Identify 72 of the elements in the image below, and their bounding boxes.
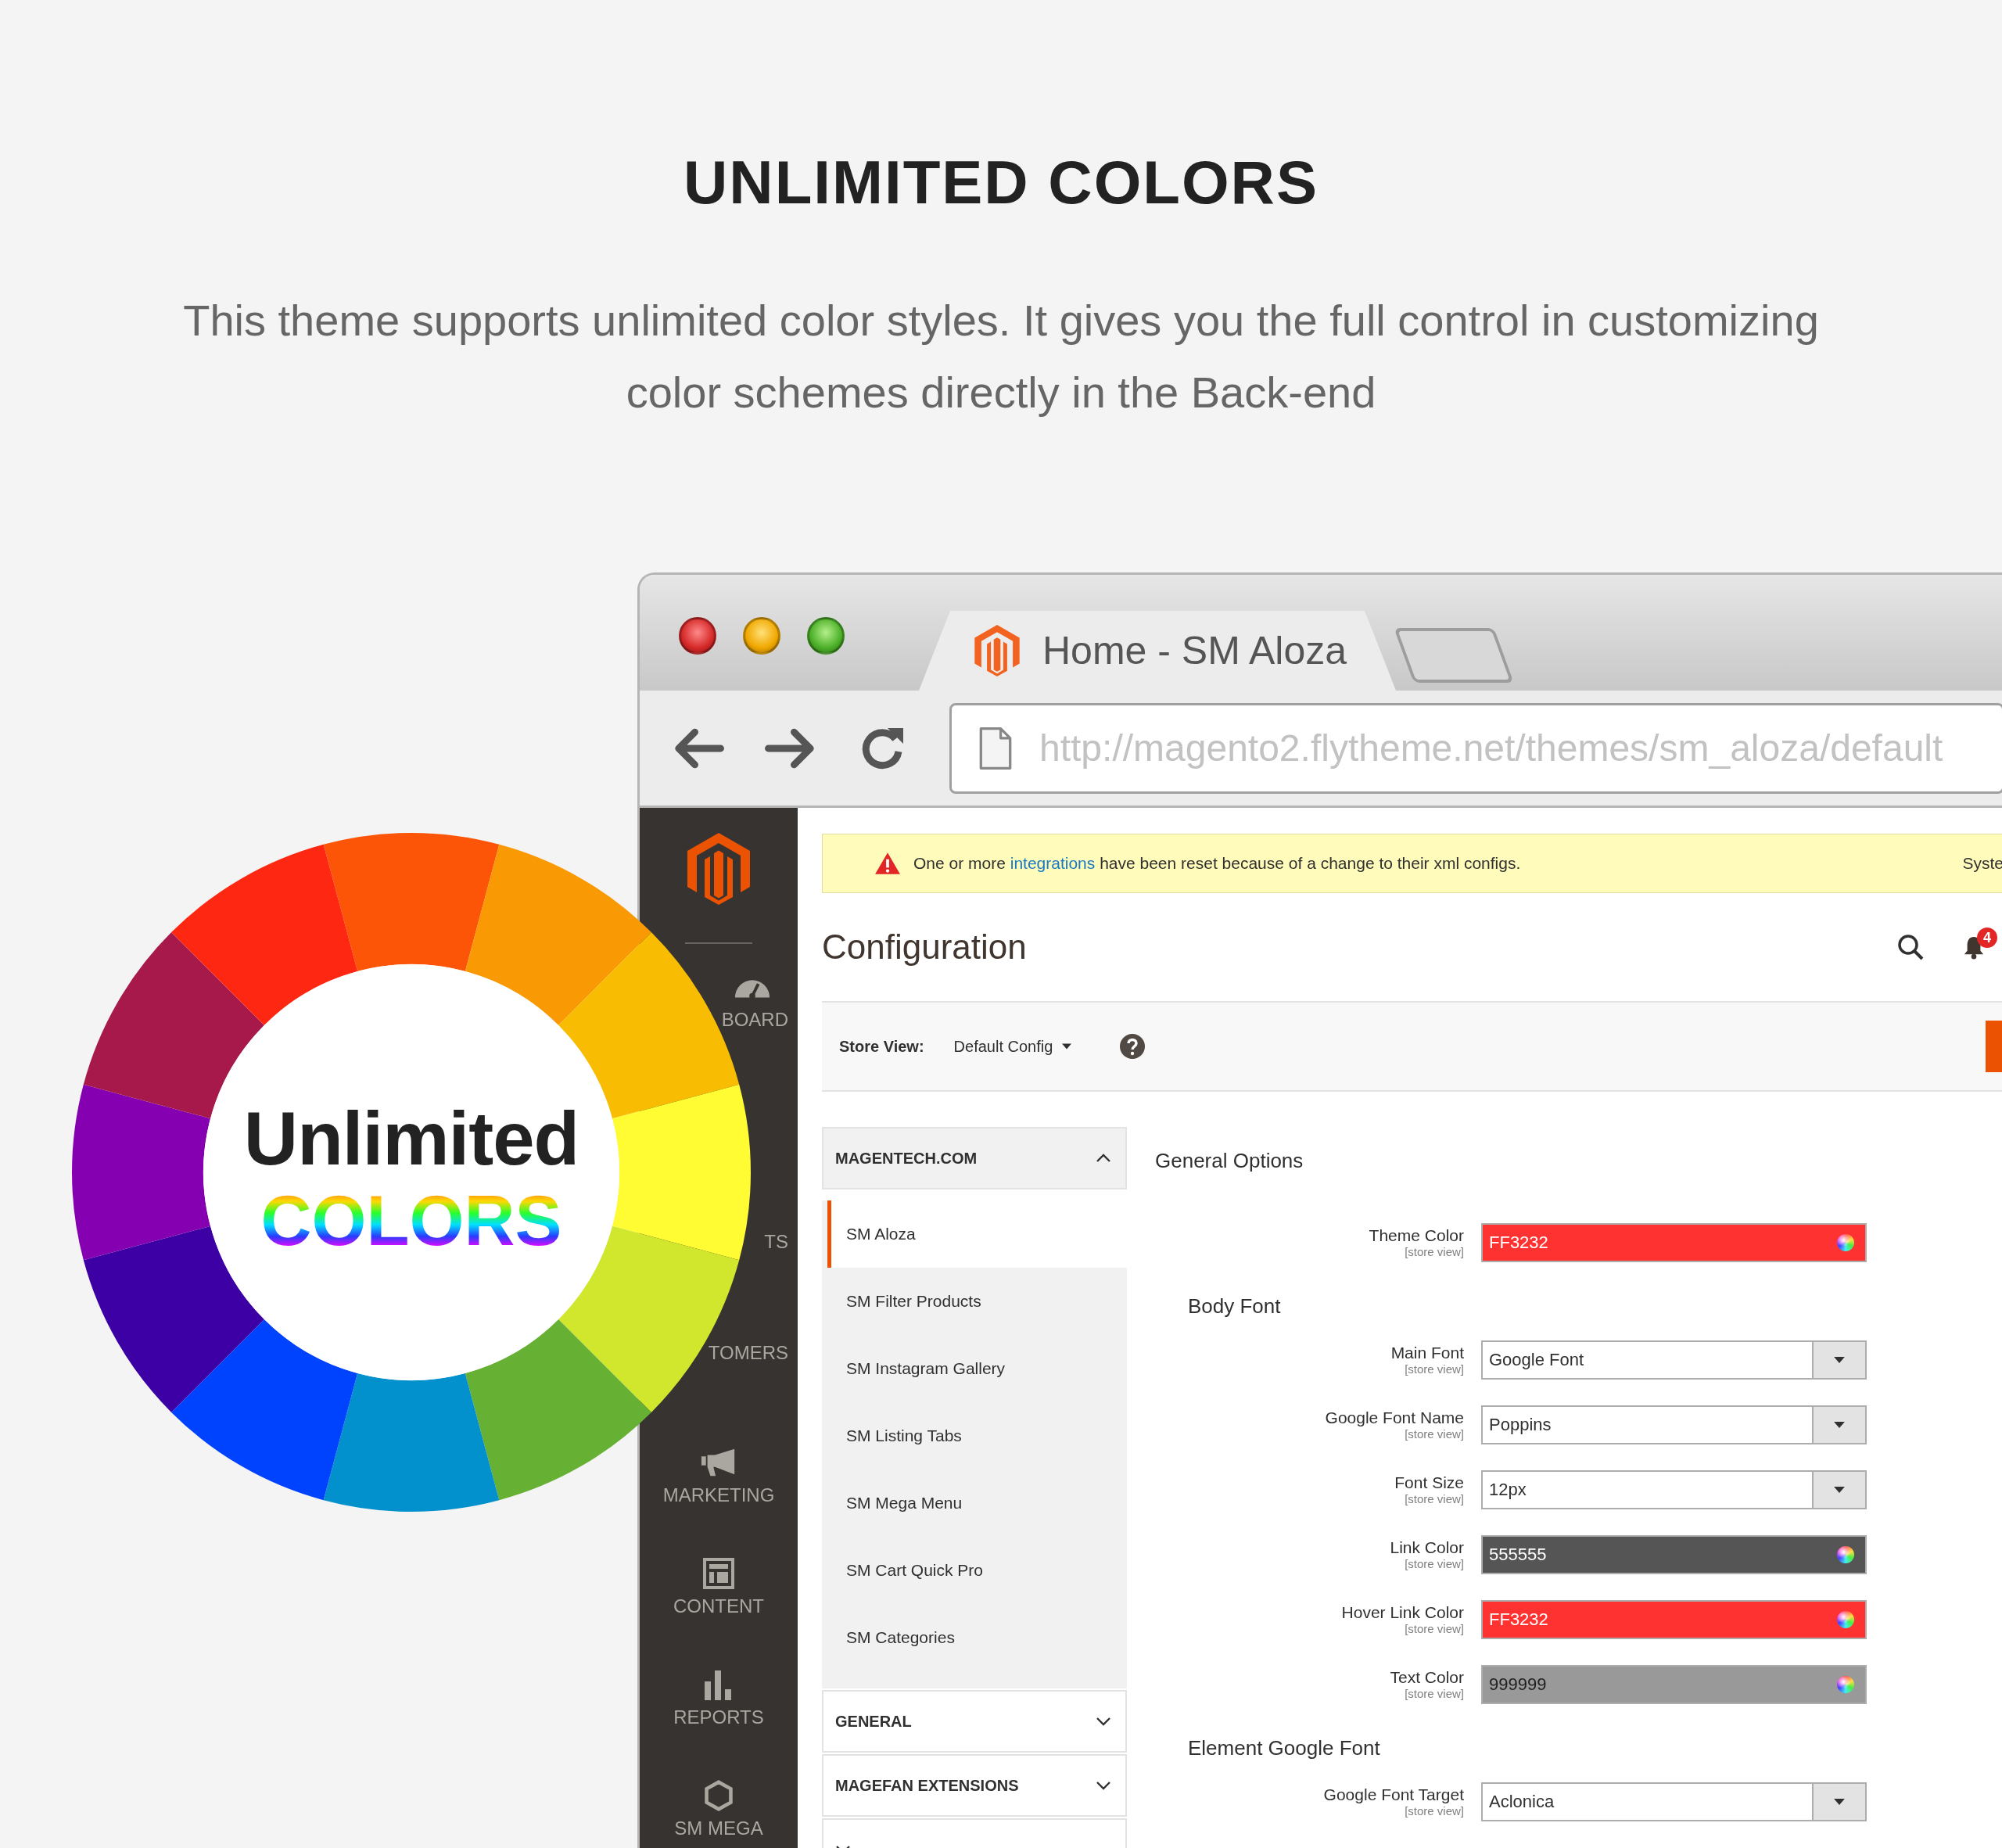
select-field[interactable]: Poppins	[1481, 1405, 1867, 1444]
field-label: Hover Link Color	[1341, 1602, 1464, 1622]
help-icon[interactable]	[1120, 1034, 1146, 1059]
field-label: Theme Color	[1369, 1225, 1464, 1245]
sidebar-menu-item[interactable]: MARKETING	[662, 1484, 775, 1506]
field-label: Font Size	[1394, 1473, 1464, 1492]
scope-label: [store view]	[1405, 1426, 1464, 1441]
page-title: Configuration	[822, 928, 1027, 967]
caret-icon	[1834, 1798, 1845, 1805]
notification-count: 4	[1977, 928, 1997, 948]
hexagon-logo-icon	[974, 625, 1021, 676]
maximize-window-icon[interactable]	[807, 617, 845, 655]
hexagon-logo-icon[interactable]	[687, 833, 750, 905]
config-menu-item[interactable]: SM Cart Quick Pro	[827, 1537, 1127, 1604]
scope-label: [store view]	[1405, 1244, 1464, 1259]
group-title: Element Google Font	[1187, 1735, 1381, 1761]
select-field[interactable]: 12px	[1481, 1469, 1867, 1509]
field-label: Link Color	[1390, 1538, 1464, 1557]
color-input[interactable]: 999999	[1481, 1664, 1867, 1704]
field-label: Main Font	[1390, 1343, 1464, 1362]
caret-icon	[1834, 1486, 1845, 1493]
field-label: Google Font Target	[1323, 1785, 1464, 1804]
caret-icon	[1834, 1356, 1845, 1363]
store-view-dropdown[interactable]: Default Config	[953, 1037, 1072, 1056]
integrations-link[interactable]: integrations	[1010, 854, 1096, 872]
sidebar-menu-item[interactable]: BOARD	[721, 1009, 788, 1031]
scope-label: [store view]	[1405, 1621, 1464, 1636]
scope-label: [store view]	[1405, 1686, 1464, 1701]
scope-label: [store view]	[1405, 1556, 1464, 1571]
config-menu-item[interactable]: SM Filter Products	[827, 1268, 1127, 1335]
config-section-header[interactable]: MAGEFAN EXTENSIONS	[822, 1754, 1127, 1817]
scope-label: [store view]	[1405, 1803, 1464, 1818]
color-picker-icon[interactable]	[1837, 1545, 1854, 1563]
config-menu-item[interactable]: SM Aloza	[827, 1200, 1127, 1268]
notice-message: One or more integrations have been reset because of a change to their xml configs.	[913, 854, 1521, 873]
color-picker-icon[interactable]	[1837, 1675, 1854, 1693]
minimize-window-icon[interactable]	[743, 617, 780, 655]
close-window-icon[interactable]	[679, 617, 716, 655]
caret-icon	[1062, 1043, 1072, 1050]
scope-label: [store view]	[1405, 1491, 1464, 1506]
sidebar-menu-item[interactable]: SM MEGA	[674, 1817, 763, 1839]
sidebar-menu-item[interactable]: CONTENT	[673, 1595, 764, 1617]
sidebar-menu-item[interactable]: REPORTS	[673, 1706, 764, 1728]
config-menu-item[interactable]: SM Categories	[827, 1604, 1127, 1671]
store-view-label: Store View:	[839, 1037, 924, 1056]
scope-label: [store view]	[1405, 1362, 1464, 1376]
bell-icon[interactable]	[1963, 935, 1985, 960]
search-icon[interactable]	[1897, 934, 1924, 960]
config-section-header[interactable]: MAGENTECH.COM	[822, 1127, 1127, 1190]
sidebar-menu-item[interactable]: TS	[764, 1231, 788, 1253]
sidebar-menu-item[interactable]: TOMERS	[708, 1342, 788, 1364]
config-menu-item[interactable]: SM Mega Menu	[827, 1469, 1127, 1537]
page-heading: UNLIMITED COLORS	[683, 150, 1319, 214]
field-label: Google Font Name	[1325, 1408, 1464, 1427]
caret-icon	[1834, 1421, 1845, 1428]
color-input[interactable]: FF3232	[1481, 1599, 1867, 1639]
color-picker-icon[interactable]	[1837, 1610, 1854, 1628]
select-field[interactable]: Aclonica	[1481, 1782, 1867, 1821]
color-input[interactable]: FF3232	[1481, 1222, 1867, 1262]
browser-tab[interactable]: Home - SM Aloza	[919, 611, 1396, 691]
config-menu-item[interactable]: SM Instagram Gallery	[827, 1335, 1127, 1402]
config-menu-item[interactable]: SM Listing Tabs	[827, 1402, 1127, 1469]
color-picker-icon[interactable]	[1837, 1233, 1854, 1251]
badge-title: Unlimited	[243, 1096, 579, 1182]
warning-icon	[874, 852, 901, 875]
field-label: Text Color	[1390, 1667, 1464, 1687]
color-input[interactable]: 555555	[1481, 1534, 1867, 1574]
section-title: General Options	[1155, 1148, 1304, 1174]
config-section-header[interactable]: GENERAL	[822, 1690, 1127, 1753]
select-field[interactable]: Google Font	[1481, 1340, 1867, 1380]
group-title: Body Font	[1187, 1294, 1282, 1319]
intro-paragraph: This theme supports unlimited color styles. It gives you the full control in customizing color schemes directly in the Back-end	[182, 295, 1820, 418]
